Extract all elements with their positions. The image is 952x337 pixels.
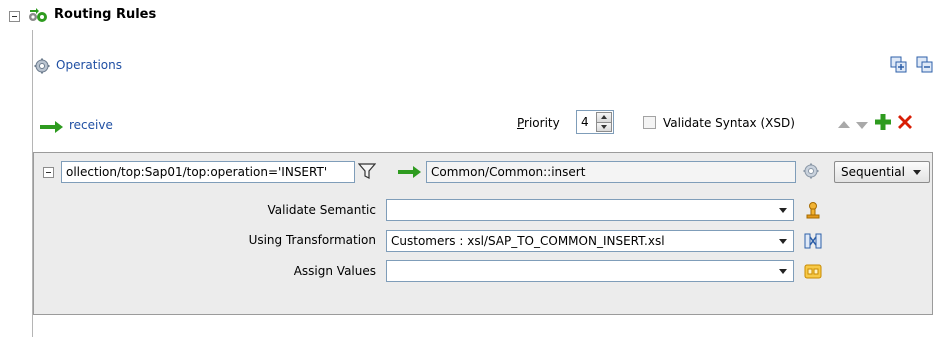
validate-syntax-checkbox[interactable] xyxy=(643,116,656,129)
transformation-map-icon[interactable] xyxy=(804,232,822,250)
gear-icon xyxy=(34,58,50,74)
assign-values-label: Assign Values xyxy=(293,264,376,278)
arrow-right-icon xyxy=(398,166,422,178)
assign-values-combo[interactable] xyxy=(386,260,794,282)
expand-all-icon[interactable] xyxy=(890,56,908,73)
filter-icon[interactable] xyxy=(357,162,377,180)
priority-label: Priority xyxy=(517,116,560,130)
chevron-down-icon xyxy=(779,208,787,213)
priority-value[interactable]: 4 xyxy=(581,115,589,129)
routing-mode-value: Sequential xyxy=(841,165,905,179)
gear-icon[interactable] xyxy=(803,163,819,179)
operation-receive-link[interactable]: receive xyxy=(69,118,113,132)
spinner-up-button[interactable] xyxy=(596,112,612,123)
using-transformation-label: Using Transformation xyxy=(248,233,376,247)
routing-mode-dropdown[interactable]: Sequential xyxy=(834,161,930,183)
collapse-all-icon[interactable] xyxy=(916,56,934,73)
collapse-rule-icon[interactable] xyxy=(43,167,54,178)
section-title: Routing Rules xyxy=(54,7,157,22)
validate-semantic-label: Validate Semantic xyxy=(267,203,376,217)
filter-expression-field[interactable]: ollection/top:Sap01/top:operation='INSER… xyxy=(61,161,355,183)
spinner-down-button[interactable] xyxy=(596,122,612,132)
chevron-down-icon xyxy=(779,239,787,244)
target-service-field[interactable]: Common/Common::insert xyxy=(426,161,796,183)
move-down-icon[interactable] xyxy=(856,122,868,129)
chevron-down-icon xyxy=(779,269,787,274)
browse-schematron-icon[interactable] xyxy=(804,201,822,219)
assign-values-icon[interactable] xyxy=(804,262,822,280)
operations-link[interactable]: Operations xyxy=(56,58,122,72)
move-up-icon[interactable] xyxy=(838,121,850,128)
validate-syntax-label: Validate Syntax (XSD) xyxy=(663,116,795,130)
transformation-value: Customers : xsl/SAP_TO_COMMON_INSERT.xsl xyxy=(391,234,665,248)
arrow-right-icon xyxy=(40,121,64,133)
transformation-combo[interactable]: Customers : xsl/SAP_TO_COMMON_INSERT.xsl xyxy=(386,230,794,252)
validate-semantic-combo[interactable] xyxy=(386,199,794,221)
delete-rule-icon[interactable] xyxy=(896,113,914,131)
routing-rules-icon xyxy=(27,7,49,25)
add-rule-icon[interactable] xyxy=(874,113,892,131)
chevron-down-icon xyxy=(913,170,921,175)
collapse-section-icon[interactable] xyxy=(9,11,20,22)
priority-spinner[interactable]: 4 xyxy=(576,110,614,134)
